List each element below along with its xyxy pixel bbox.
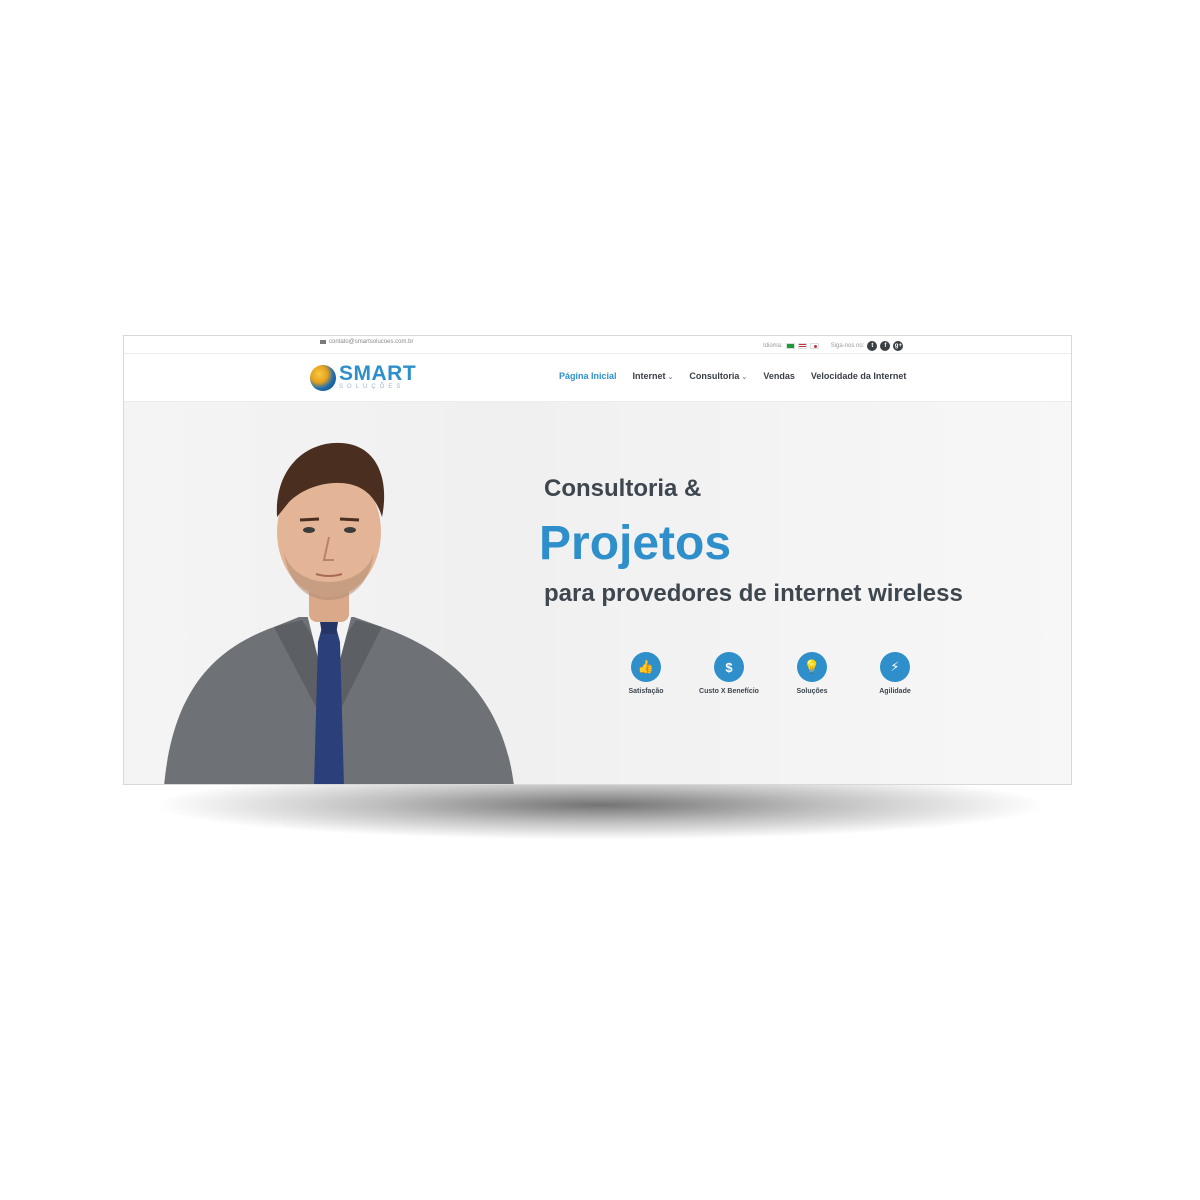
- hero-line-3: para provedores de internet wireless: [544, 580, 963, 607]
- feature-label: Satisfação: [628, 688, 664, 695]
- thumbs-up-icon: 👍: [631, 652, 661, 682]
- logo-mark-icon: [310, 364, 336, 391]
- hero-headline: Projetos: [539, 517, 732, 570]
- flag-usa-icon[interactable]: [797, 343, 807, 349]
- feature-label: Soluções: [796, 688, 828, 695]
- website-screenshot: contato@smartsolucoes.com.br Idioma: Sig…: [123, 335, 1072, 785]
- lightbulb-icon: 💡: [797, 652, 827, 682]
- top-bar: contato@smartsolucoes.com.br Idioma: Sig…: [124, 336, 1071, 354]
- language-label: Idioma:: [763, 343, 783, 349]
- logo-sub: SOLUÇÕES: [339, 384, 405, 390]
- lightning-icon: ⚡: [880, 652, 910, 682]
- hero-banner: Consultoria & Projetos para provedores d…: [124, 402, 1071, 784]
- facebook-icon[interactable]: f: [880, 341, 891, 351]
- feature-satisfacao[interactable]: 👍 Satisfação: [606, 652, 686, 695]
- nav-item-velocidade[interactable]: Velocidade da Internet: [811, 371, 907, 381]
- email-text: contato@smartsolucoes.com.br: [329, 339, 414, 345]
- feature-agilidade[interactable]: ⚡ Agilidade: [855, 652, 935, 695]
- feature-solucoes[interactable]: 💡 Soluções: [772, 652, 852, 695]
- nav-item-home[interactable]: Página Inicial: [559, 371, 617, 381]
- nav-item-internet[interactable]: Internet ⌄: [633, 371, 674, 381]
- chevron-down-icon: ⌄: [741, 374, 748, 381]
- flag-korea-icon[interactable]: [809, 343, 819, 349]
- feature-label: Custo X Benefício: [699, 688, 759, 695]
- twitter-icon[interactable]: t: [867, 341, 878, 351]
- main-navbar: SMART SOLUÇÕES Página Inicial Internet ⌄ …: [124, 354, 1071, 402]
- feature-custo-beneficio[interactable]: $ Custo X Benefício: [689, 652, 769, 695]
- feature-label: Agilidade: [879, 688, 911, 695]
- site-logo[interactable]: SMART SOLUÇÕES: [310, 362, 417, 391]
- hero-line-1: Consultoria &: [544, 475, 702, 502]
- language-social: Idioma: Siga-nos no: t f g+: [763, 341, 904, 351]
- nav-item-consultoria[interactable]: Consultoria ⌄: [689, 371, 747, 381]
- contact-email[interactable]: contato@smartsolucoes.com.br: [320, 339, 413, 345]
- chevron-down-icon: ⌄: [667, 374, 674, 381]
- flag-brazil-icon[interactable]: [785, 343, 795, 349]
- dollar-icon: $: [714, 652, 744, 682]
- logo-name: SMART: [339, 362, 417, 385]
- follow-label: Siga-nos no:: [830, 343, 865, 349]
- nav-menu: Página Inicial Internet ⌄ Consultoria ⌄ Ve…: [559, 371, 906, 381]
- mail-icon: [320, 340, 326, 344]
- nav-item-vendas[interactable]: Vendas: [763, 371, 795, 381]
- businessman-photo: [164, 442, 514, 784]
- google-plus-icon[interactable]: g+: [893, 341, 904, 351]
